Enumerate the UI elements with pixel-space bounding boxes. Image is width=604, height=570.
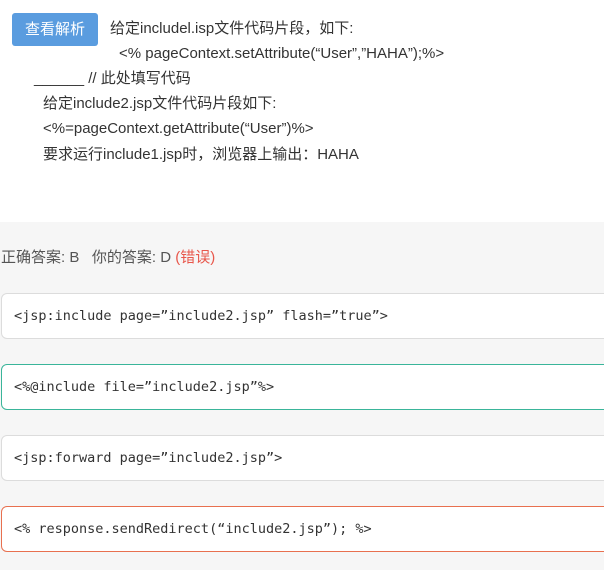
question-blank-line: ______ // 此处填写代码: [34, 70, 191, 87]
answer-status-badge: (错误): [175, 249, 216, 266]
question-line: 给定includel.isp文件代码片段，如下:: [110, 20, 354, 37]
correct-answer-label: 正确答案: B: [1, 249, 80, 266]
question-code-line: <%=pageContext.getAttribute(“User”)%>: [43, 120, 314, 137]
option-c[interactable]: <jsp:forward page=”include2.jsp”>: [1, 435, 604, 481]
view-analysis-button[interactable]: 查看解析: [12, 13, 98, 46]
your-answer-label: 你的答案: D: [91, 249, 172, 266]
question-line: 要求运行include1.jsp时，浏览器上输出：HAHA: [43, 146, 359, 163]
question-code-line: <% pageContext.setAttribute(“User”,”HAHA…: [119, 45, 445, 62]
answer-summary: 正确答案: B 你的答案: D (错误): [1, 248, 215, 268]
option-b[interactable]: <%@include file=”include2.jsp”%>: [1, 364, 604, 410]
option-d[interactable]: <% response.sendRedirect(“include2.jsp”)…: [1, 506, 604, 552]
option-a[interactable]: <jsp:include page=”include2.jsp” flash=”…: [1, 293, 604, 339]
question-line: 给定include2.jsp文件代码片段如下:: [43, 95, 277, 112]
question-panel: 查看解析 给定includel.isp文件代码片段，如下: <% pageCon…: [0, 0, 604, 222]
